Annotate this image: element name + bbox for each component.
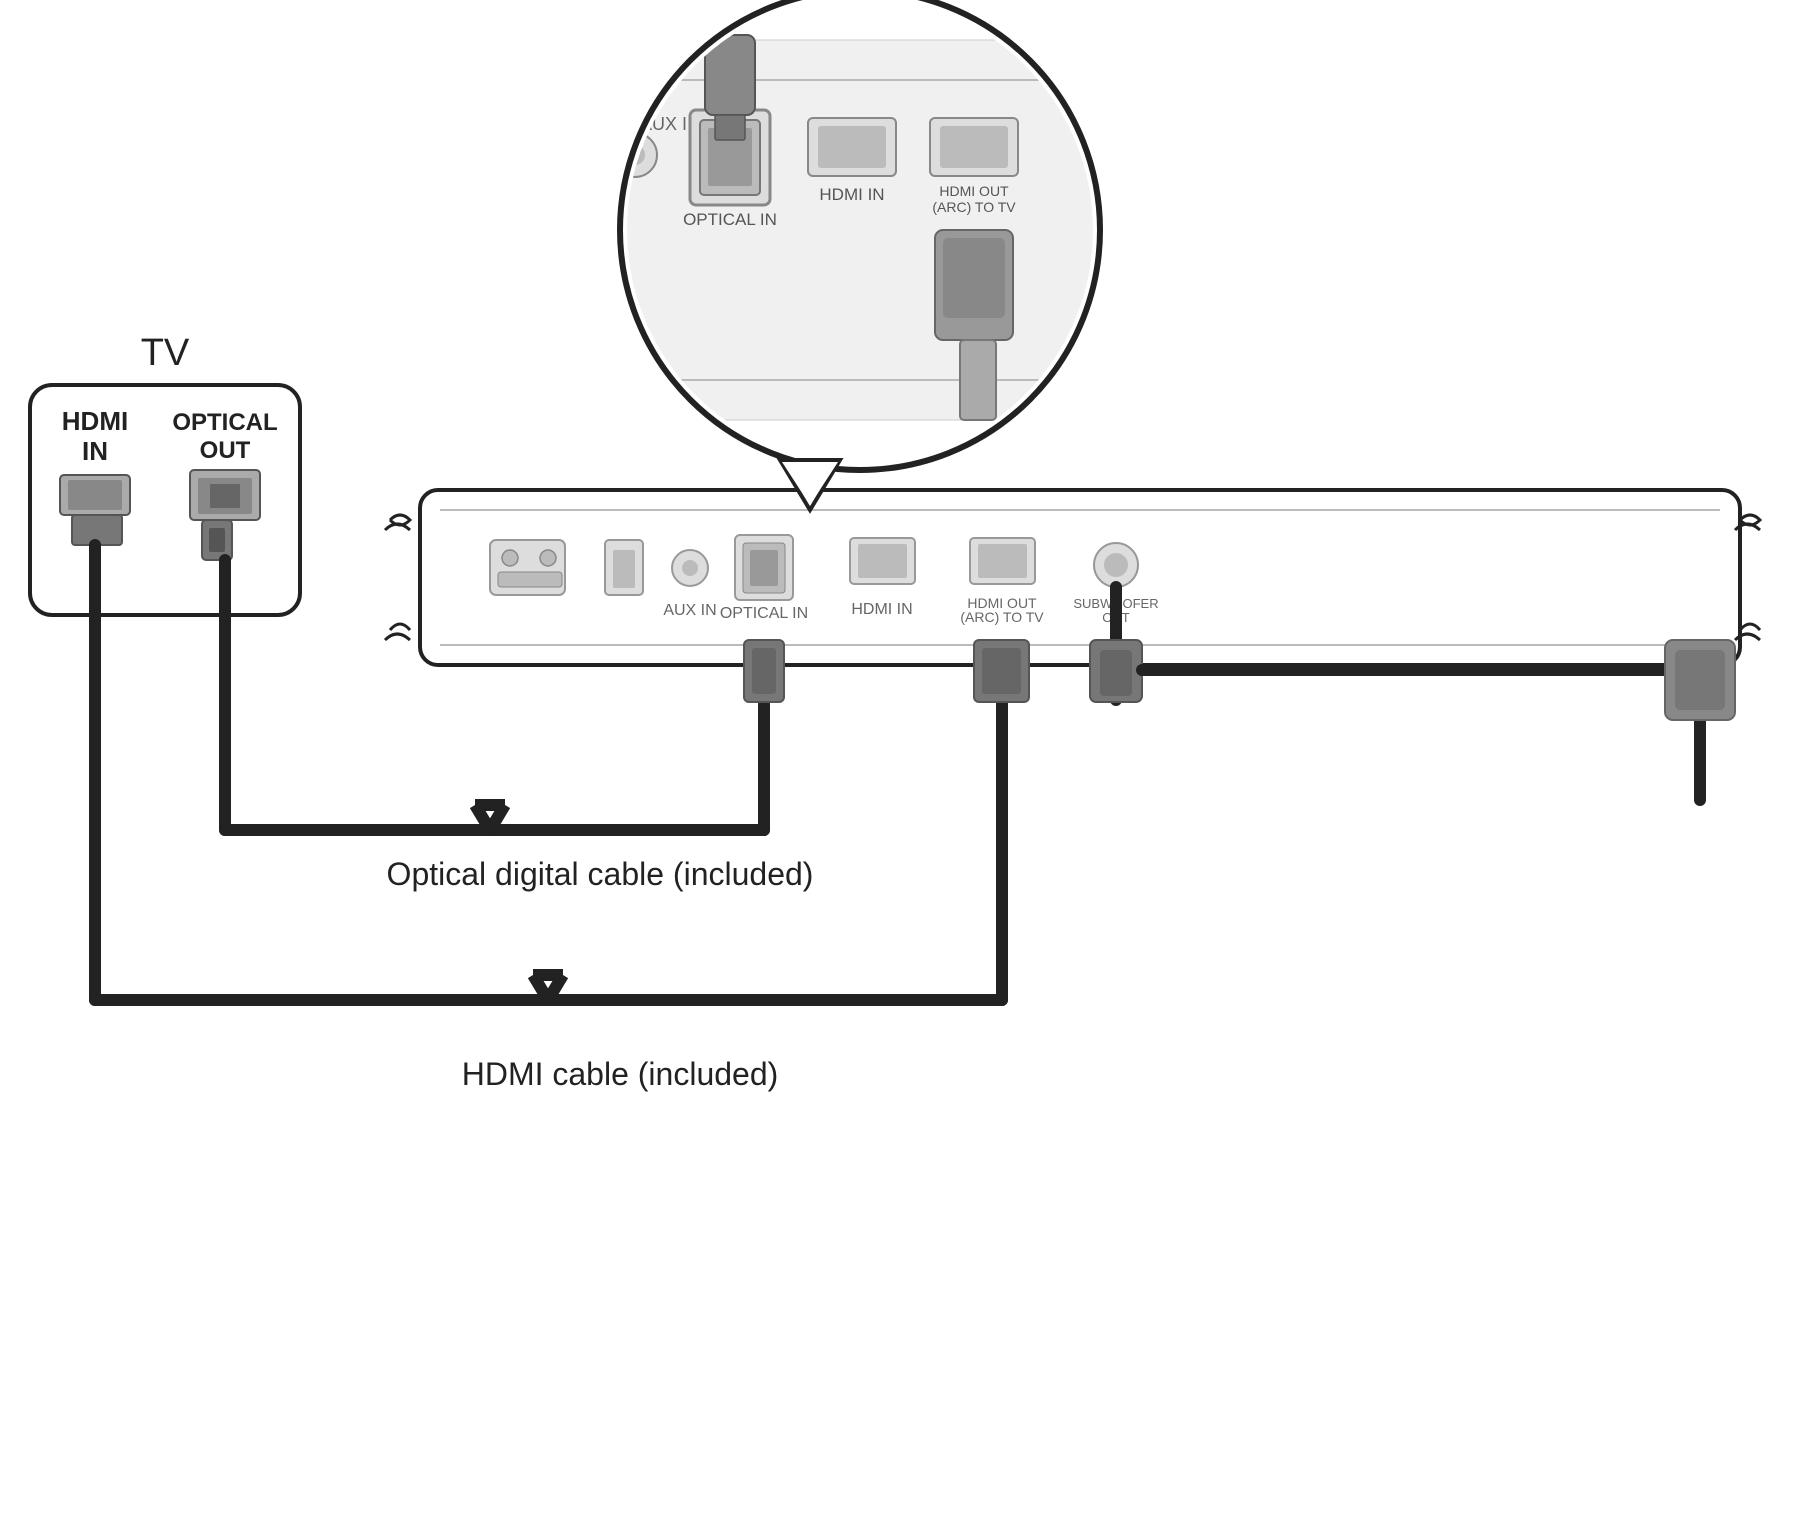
tv-label: TV — [141, 332, 190, 374]
power-port-bottom — [498, 572, 562, 587]
zoom-hdmi-in-label: HDMI IN — [819, 185, 884, 204]
wavy-left-bot — [390, 624, 410, 630]
zoom-hdmi-connector-inner — [943, 238, 1005, 318]
hdmi-in-inner — [858, 544, 907, 578]
aux-in-label: AUX IN — [663, 602, 716, 619]
tv-hdmi-port-inner — [68, 480, 122, 510]
subwoofer-connector-inner — [1100, 650, 1132, 696]
wavy-right-bot — [1740, 624, 1760, 630]
hdmi-out-arc-label2: (ARC) TO TV — [960, 609, 1044, 625]
tv-hdmi-in-label: IN — [82, 436, 108, 466]
usb-port-inner — [613, 550, 635, 588]
hdmi-in-soundbar-label: HDMI IN — [851, 601, 912, 618]
diagram-container: TV HDMI IN OPTICAL OUT AUX I — [0, 0, 1805, 1533]
tv-optical-connector-inner — [209, 528, 225, 552]
optical-in-label: OPTICAL IN — [720, 605, 808, 622]
zoom-optical-label: OPTICAL IN — [683, 210, 777, 229]
tv-optical-port-center — [210, 484, 240, 508]
hdmi-cable-label: HDMI cable (included) — [462, 1056, 779, 1092]
soundbar-hdmi-connector-inner — [982, 648, 1021, 694]
power-circle-left — [502, 550, 518, 566]
tv-optical-out-label2: OUT — [200, 437, 251, 464]
zoom-hdmi-in-inner — [818, 126, 886, 168]
optical-in-center — [750, 550, 778, 586]
optical-cable-label: Optical digital cable (included) — [387, 856, 814, 892]
power-circle-right — [540, 550, 556, 566]
wavy-left-bot2 — [385, 634, 410, 640]
zoom-hdmi-arc-label1: HDMI OUT — [939, 183, 1009, 199]
zoom-content: AUX IN OPTICAL IN HDMI IN HDMI OUT (ARC)… — [613, 21, 1110, 420]
zoom-bg — [620, 40, 1110, 420]
tv-optical-out-label: OPTICAL — [172, 409, 277, 436]
subwoofer-out-inner — [1104, 553, 1128, 577]
wavy-left-top2 — [385, 524, 410, 530]
zoom-hdmi-arc-label2: (ARC) TO TV — [932, 199, 1016, 215]
subwoofer-large-connector-inner — [1675, 650, 1725, 710]
zoom-hdmi-arc-inner — [940, 126, 1008, 168]
soundbar-optical-connector-inner — [752, 648, 776, 694]
zoom-optical-connector-tip — [715, 115, 745, 140]
zoom-hdmi-cable — [960, 340, 996, 420]
hdmi-out-arc-inner — [978, 544, 1027, 578]
aux-port-inner — [682, 560, 698, 576]
tv-hdmi-label: HDMI — [62, 406, 128, 436]
